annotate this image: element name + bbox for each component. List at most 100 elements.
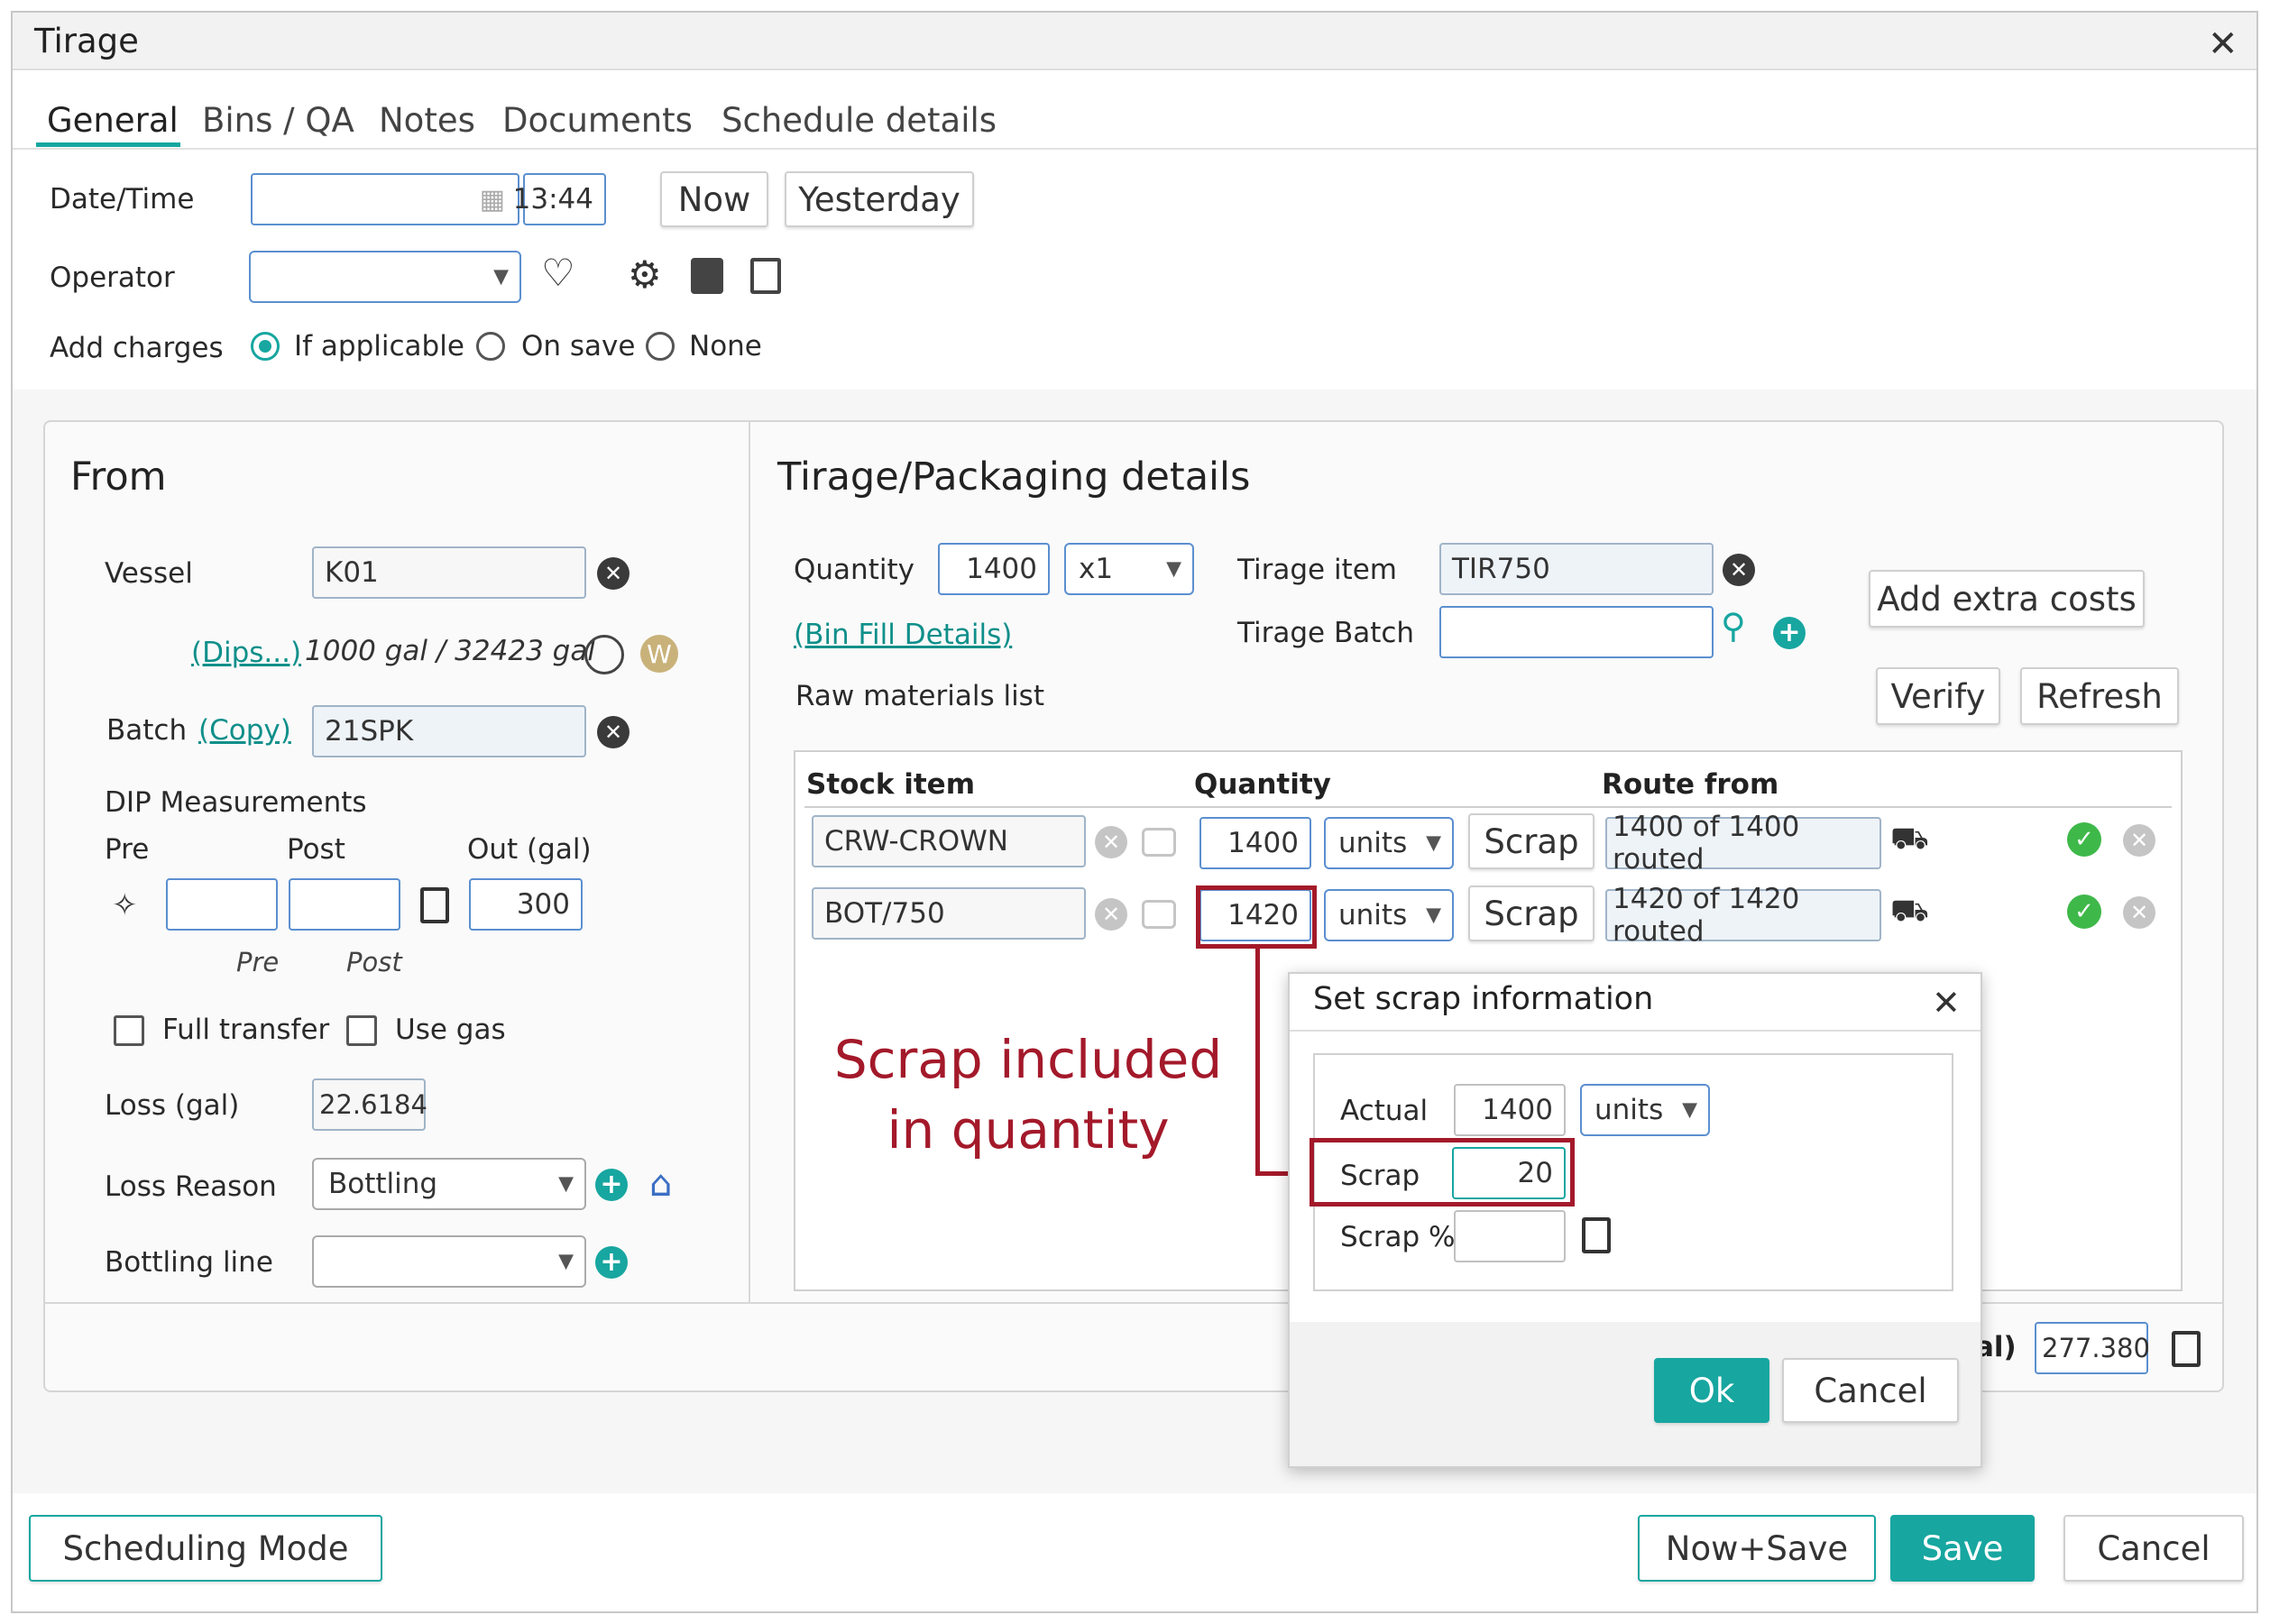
refresh-button[interactable]: Refresh	[2020, 667, 2179, 725]
yesterday-button[interactable]: Yesterday	[785, 171, 974, 227]
now-button[interactable]: Now	[660, 171, 768, 227]
pre-header: Pre	[105, 833, 150, 866]
row1-scrap-button[interactable]: Scrap	[1468, 813, 1595, 869]
scrap-percent-input[interactable]	[1454, 1210, 1566, 1262]
add-bottling-line-icon[interactable]: +	[595, 1246, 628, 1279]
loss-label: Loss (gal)	[105, 1089, 240, 1122]
time-input[interactable]: 13:44	[513, 173, 606, 225]
search-icon[interactable]: ⚲	[1721, 606, 1746, 646]
cancel-button[interactable]: Cancel	[2063, 1515, 2244, 1582]
copy-link[interactable]: (Copy)	[198, 714, 291, 747]
ok-button[interactable]: Ok	[1654, 1358, 1769, 1423]
tab-general[interactable]: General	[47, 101, 179, 140]
scheduling-mode-button[interactable]: Scheduling Mode	[29, 1515, 382, 1582]
row2-remove-icon[interactable]: ✕	[2123, 896, 2155, 929]
charge-if-applicable-label: If applicable	[294, 330, 464, 362]
calendar-icon[interactable]: ▦	[480, 184, 505, 216]
from-title: From	[70, 454, 167, 500]
add-tirage-batch-icon[interactable]: +	[1773, 617, 1806, 649]
out-input[interactable]: 300	[469, 878, 583, 931]
actual-unit-select[interactable]: units ▼	[1580, 1084, 1710, 1136]
row1-quantity-input[interactable]: 1400	[1199, 817, 1311, 869]
loss-reason-select[interactable]: Bottling ▼	[312, 1158, 586, 1210]
vessel-field[interactable]: K01	[312, 546, 586, 599]
tab-bins-qa[interactable]: Bins / QA	[202, 101, 354, 140]
pre-input[interactable]	[166, 878, 278, 931]
clear-vessel-icon[interactable]: ✕	[597, 557, 630, 590]
heart-icon[interactable]: ♡	[541, 251, 575, 295]
loss-field[interactable]: 22.6184	[312, 1078, 427, 1131]
row2-stock-field[interactable]: BOT/750	[812, 887, 1086, 940]
bottling-line-select[interactable]: ▼	[312, 1235, 586, 1288]
row2-print-icon[interactable]	[1142, 900, 1176, 929]
scrap-cancel-button[interactable]: Cancel	[1782, 1358, 1959, 1423]
actual-input[interactable]: 1400	[1454, 1084, 1566, 1136]
row2-clear-icon[interactable]: ✕	[1095, 898, 1127, 931]
row1-unit-select[interactable]: units ▼	[1324, 817, 1454, 869]
dips-link[interactable]: (Dips...)	[191, 637, 301, 669]
row2-scrap-button[interactable]: Scrap	[1468, 885, 1595, 941]
clock-icon[interactable]	[584, 635, 624, 674]
multiplier-select[interactable]: x1 ▼	[1064, 543, 1194, 595]
now-save-button[interactable]: Now+Save	[1638, 1515, 1876, 1582]
row1-clear-icon[interactable]: ✕	[1095, 826, 1127, 858]
row1-print-icon[interactable]	[1142, 828, 1176, 857]
gear-icon[interactable]: ⚙	[628, 252, 662, 297]
row1-route-field[interactable]: 1400 of 1400 routed	[1605, 811, 1881, 876]
datetime-label: Date/Time	[50, 183, 195, 216]
tirage-item-label: Tirage item	[1237, 554, 1397, 586]
add-charges-label: Add charges	[50, 332, 224, 364]
tab-notes[interactable]: Notes	[379, 101, 475, 140]
batch-label: Batch	[106, 714, 188, 747]
col-stock-item: Stock item	[806, 768, 975, 801]
tirage-batch-label: Tirage Batch	[1237, 617, 1415, 649]
bank-icon[interactable]: ⌂	[649, 1163, 672, 1205]
total-input[interactable]: 277.380	[2035, 1322, 2150, 1374]
charge-if-applicable-radio[interactable]	[251, 332, 280, 361]
calculator-icon[interactable]	[2172, 1331, 2201, 1367]
calculator-icon[interactable]	[420, 887, 449, 923]
batch-field[interactable]: 21SPK	[312, 705, 586, 757]
row1-stock-field[interactable]: CRW-CROWN	[812, 815, 1086, 867]
full-transfer-checkbox[interactable]	[114, 1015, 144, 1046]
verify-button[interactable]: Verify	[1876, 667, 2000, 725]
tirage-title: Tirage/Packaging details	[777, 454, 1251, 500]
charge-none-radio[interactable]	[646, 332, 675, 361]
actual-label: Actual	[1340, 1095, 1429, 1127]
row2-forklift-icon[interactable]: ⛟	[1890, 893, 1929, 933]
row1-remove-icon[interactable]: ✕	[2123, 824, 2155, 857]
clear-batch-icon[interactable]: ✕	[597, 716, 630, 748]
add-extra-costs-button[interactable]: Add extra costs	[1869, 570, 2145, 628]
row2-route-field[interactable]: 1420 of 1420 routed	[1605, 883, 1881, 948]
col-route-from: Route from	[1602, 768, 1779, 801]
bin-fill-details-link[interactable]: (Bin Fill Details)	[794, 619, 1012, 651]
document-id-icon[interactable]	[750, 258, 781, 294]
tab-documents[interactable]: Documents	[502, 101, 693, 140]
scrap-input[interactable]: 20	[1452, 1147, 1566, 1199]
w-badge-icon[interactable]: W	[640, 635, 678, 673]
contact-card-icon[interactable]	[691, 258, 723, 294]
annotation-text: Scrap included in quantity	[812, 1024, 1245, 1165]
calculator-icon[interactable]	[1582, 1217, 1611, 1253]
close-icon[interactable]: ✕	[2208, 23, 2238, 65]
add-loss-reason-icon[interactable]: +	[595, 1169, 628, 1201]
use-gas-checkbox[interactable]	[346, 1015, 377, 1046]
scrap-dialog-close-icon[interactable]: ✕	[1932, 983, 1961, 1023]
row1-forklift-icon[interactable]: ⛟	[1890, 821, 1929, 861]
quantity-input[interactable]: 1400	[938, 543, 1050, 595]
date-input[interactable]: ▦	[251, 173, 519, 225]
tirage-item-field[interactable]: TIR750	[1439, 543, 1714, 595]
loss-reason-value: Bottling	[328, 1168, 438, 1200]
operator-select[interactable]: ▼	[249, 251, 521, 303]
row2-unit-select[interactable]: units ▼	[1324, 889, 1454, 941]
chevron-down-icon: ▼	[558, 1250, 574, 1273]
charge-on-save-radio[interactable]	[476, 332, 505, 361]
clear-tirage-item-icon[interactable]: ✕	[1723, 554, 1755, 586]
tirage-batch-input[interactable]	[1439, 606, 1714, 658]
tab-schedule-details[interactable]: Schedule details	[721, 101, 997, 140]
post-input[interactable]	[289, 878, 400, 931]
magic-wand-icon[interactable]: ✧	[112, 887, 138, 923]
save-button[interactable]: Save	[1890, 1515, 2035, 1582]
multiplier-value: x1	[1079, 553, 1114, 585]
chevron-down-icon: ▼	[1426, 904, 1441, 927]
